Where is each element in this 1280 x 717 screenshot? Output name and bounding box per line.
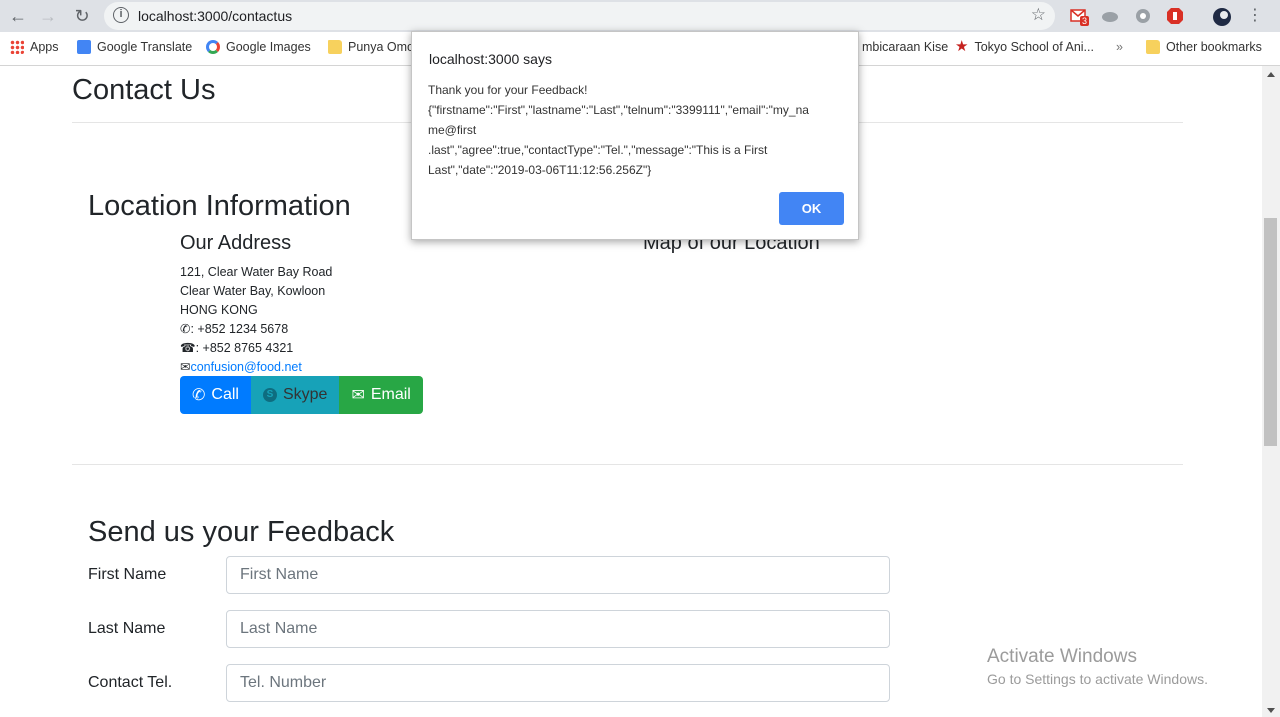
address-line: HONG KONG bbox=[180, 303, 258, 317]
bookmark-other[interactable]: Other bookmarks bbox=[1146, 40, 1262, 54]
fax-number: : +852 8765 4321 bbox=[195, 341, 294, 355]
dialog-title: localhost:3000 says bbox=[429, 51, 552, 67]
url-text[interactable]: localhost:3000/contactus bbox=[138, 8, 292, 24]
call-button[interactable]: ✆ Call bbox=[180, 376, 251, 414]
forward-icon[interactable]: → bbox=[36, 4, 60, 28]
profile-avatar-icon[interactable] bbox=[1212, 7, 1231, 26]
reload-icon[interactable]: ↻ bbox=[70, 4, 94, 28]
address-block: 121, Clear Water Bay Road Clear Water Ba… bbox=[180, 263, 332, 377]
divider bbox=[72, 464, 1183, 465]
skype-icon: S bbox=[262, 388, 277, 402]
star-bookmark-icon: ★ bbox=[955, 38, 969, 55]
skype-label: Skype bbox=[282, 386, 328, 403]
firstname-label: First Name bbox=[88, 566, 167, 583]
bookmark-pembicaraan[interactable]: mbicaraan Kise bbox=[862, 40, 948, 54]
call-label: Call bbox=[211, 386, 239, 403]
lastname-input[interactable] bbox=[226, 610, 890, 648]
bookmark-label: Punya Omo bbox=[348, 40, 415, 54]
email-button[interactable]: ✉ Email bbox=[339, 376, 423, 414]
address-heading: Our Address bbox=[180, 232, 292, 254]
skype-button[interactable]: S Skype bbox=[250, 376, 340, 414]
page-title: Contact Us bbox=[72, 74, 216, 106]
contact-button-group: ✆ Call S Skype ✉ Email bbox=[180, 376, 423, 414]
bookmark-google-images[interactable]: Google Images bbox=[206, 40, 311, 54]
fax-line: ☎: +852 8765 4321 bbox=[180, 339, 332, 358]
bookmark-label: mbicaraan Kise bbox=[862, 40, 949, 54]
bookmark-star-icon[interactable]: ☆ bbox=[1031, 5, 1046, 25]
phone-number: : +852 1234 5678 bbox=[190, 322, 289, 336]
ok-button[interactable]: OK bbox=[779, 192, 844, 225]
bookmark-label: Other bookmarks bbox=[1166, 40, 1262, 54]
fax-icon: ☎ bbox=[180, 341, 196, 355]
dialog-message-line: Thank you for your Feedback! bbox=[428, 83, 588, 97]
envelope-icon: ✉ bbox=[351, 387, 365, 404]
bookmark-label: Apps bbox=[30, 40, 59, 54]
feedback-heading: Send us your Feedback bbox=[88, 516, 395, 548]
firstname-input[interactable] bbox=[226, 556, 890, 594]
lastname-label: Last Name bbox=[88, 620, 166, 637]
scroll-down-icon[interactable] bbox=[1267, 708, 1275, 713]
watermark-line: Go to Settings to activate Windows. bbox=[987, 671, 1208, 687]
email-link[interactable]: confusion@food.net bbox=[190, 360, 301, 374]
dialog-message-line: .last","agree":true,"contactType":"Tel."… bbox=[428, 143, 768, 157]
google-g-icon bbox=[206, 40, 220, 54]
phone-icon: ✆ bbox=[180, 322, 191, 336]
apps-grid-icon bbox=[10, 40, 24, 54]
activation-watermark: Activate Windows Go to Settings to activ… bbox=[987, 646, 1208, 687]
bookmark-punya-omo[interactable]: Punya Omo bbox=[328, 40, 414, 54]
address-line: 121, Clear Water Bay Road bbox=[180, 265, 333, 279]
info-icon[interactable]: i bbox=[113, 7, 129, 23]
browser-toolbar: ← → ↻ i localhost:3000/contactus ☆ 3 ⋮ bbox=[0, 0, 1280, 32]
envelope-icon: ✉ bbox=[180, 360, 191, 374]
tel-input[interactable] bbox=[226, 664, 890, 702]
email-label: Email bbox=[370, 386, 411, 403]
phone-icon: ✆ bbox=[192, 387, 206, 404]
location-heading: Location Information bbox=[88, 190, 351, 222]
bookmark-apps[interactable]: Apps bbox=[10, 40, 59, 54]
watermark-line: Activate Windows bbox=[987, 646, 1137, 667]
cloud-extension-icon[interactable] bbox=[1101, 7, 1119, 25]
scroll-up-icon[interactable] bbox=[1267, 72, 1275, 77]
dialog-message-line: me@first bbox=[428, 123, 477, 137]
gmail-extension-icon[interactable]: 3 bbox=[1070, 7, 1090, 26]
address-bar[interactable]: i localhost:3000/contactus ☆ bbox=[104, 2, 1055, 30]
bookmark-tokyo-school[interactable]: ★ Tokyo School of Ani... bbox=[955, 38, 1094, 55]
tel-label: Contact Tel. bbox=[88, 674, 173, 691]
dialog-message-line: {"firstname":"First","lastname":"Last","… bbox=[428, 103, 809, 117]
back-icon[interactable]: ← bbox=[6, 4, 30, 28]
address-line: Clear Water Bay, Kowloon bbox=[180, 284, 326, 298]
bookmark-google-translate[interactable]: Google Translate bbox=[77, 40, 192, 54]
bookmark-label: Tokyo School of Ani... bbox=[974, 40, 1094, 54]
folder-icon bbox=[1146, 40, 1160, 54]
dialog-message: Thank you for your Feedback! {"firstname… bbox=[428, 80, 844, 180]
dialog-message-line: Last","date":"2019-03-06T11:12:56.256Z"} bbox=[428, 163, 652, 177]
gmail-badge: 3 bbox=[1080, 16, 1090, 26]
email-line: ✉confusion@food.net bbox=[180, 358, 332, 377]
more-bookmarks-chevron-icon[interactable]: » bbox=[1116, 40, 1123, 54]
stop-extension-icon[interactable] bbox=[1166, 7, 1184, 25]
page-scrollbar[interactable] bbox=[1262, 66, 1280, 717]
bookmark-label: Google Images bbox=[226, 40, 311, 54]
google-translate-icon bbox=[77, 40, 91, 54]
bookmark-label: Google Translate bbox=[97, 40, 193, 54]
alert-dialog: localhost:3000 says Thank you for your F… bbox=[411, 31, 859, 240]
phone-line: ✆: +852 1234 5678 bbox=[180, 320, 332, 339]
menu-icon[interactable]: ⋮ bbox=[1243, 4, 1267, 28]
folder-icon bbox=[328, 40, 342, 54]
record-extension-icon[interactable] bbox=[1134, 7, 1152, 25]
scrollbar-thumb[interactable] bbox=[1264, 218, 1277, 446]
